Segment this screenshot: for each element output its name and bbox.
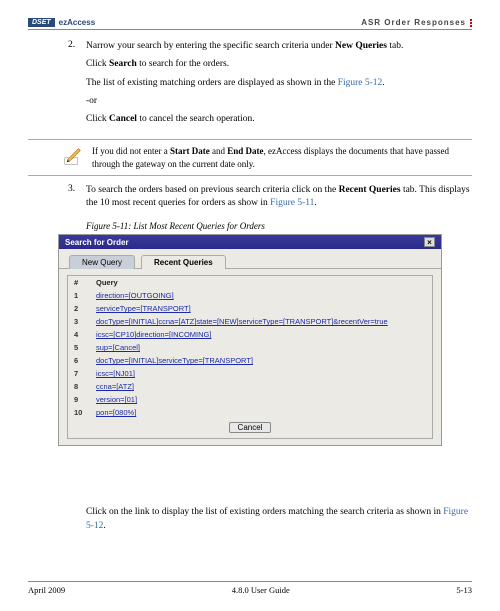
query-link[interactable]: serviceType=[TRANSPORT] [96, 304, 191, 313]
tab-new-query[interactable]: New Query [69, 255, 135, 269]
logo-text: ezAccess [59, 18, 95, 27]
footer-page: 5-13 [456, 585, 472, 595]
table-row: 4icsc=[CP10]direction=[INCOMING] [68, 328, 432, 341]
step-2-body: Narrow your search by entering the speci… [86, 40, 472, 131]
step-3-body: To search the orders based on previous s… [86, 184, 472, 216]
page-header: DSET ezAccess ASR Order Responses [28, 18, 472, 27]
query-link[interactable]: version=[01] [96, 395, 137, 404]
window-title-bar: Search for Order × [59, 235, 441, 249]
after-figure-text: Click on the link to display the list of… [86, 506, 472, 533]
step-number: 2. [68, 40, 86, 131]
col-query: Query [90, 276, 432, 289]
table-row: 2serviceType=[TRANSPORT] [68, 302, 432, 315]
table-row: 6docType=[INITIAL]serviceType=[TRANSPORT… [68, 354, 432, 367]
step-3: 3. To search the orders based on previou… [68, 184, 472, 216]
note-block: If you did not enter a Start Date and En… [28, 139, 472, 175]
note-pencil-icon [62, 145, 84, 167]
table-row: 8ccna=[ATZ] [68, 380, 432, 393]
col-number: # [68, 276, 90, 289]
note-text: If you did not enter a Start Date and En… [92, 145, 472, 169]
table-row: 1direction=[OUTGOING] [68, 289, 432, 302]
search-for-order-window: Search for Order × New Query Recent Quer… [58, 234, 442, 446]
figure-link-5-12[interactable]: Figure 5-12 [338, 78, 383, 88]
table-row: 9version=[01] [68, 393, 432, 406]
cancel-button[interactable]: Cancel [229, 422, 272, 433]
logo-badge: DSET [28, 18, 55, 27]
step-number: 3. [68, 184, 86, 216]
query-link[interactable]: icsc=[CP10]direction=[INCOMING] [96, 330, 211, 339]
close-icon[interactable]: × [424, 237, 435, 247]
tabs-row: New Query Recent Queries [59, 249, 441, 269]
step-2: 2. Narrow your search by entering the sp… [68, 40, 472, 131]
query-link[interactable]: sup=[Cancel] [96, 343, 140, 352]
table-row: 10pon=[080%] [68, 406, 432, 419]
recent-queries-panel: # Query 1direction=[OUTGOING] 2serviceTy… [67, 275, 433, 439]
figure-caption: Figure 5-11: List Most Recent Queries fo… [86, 221, 472, 231]
header-rule [28, 29, 472, 30]
window-title: Search for Order [65, 238, 129, 247]
decorative-dots [470, 19, 472, 27]
footer-title: 4.8.0 User Guide [232, 585, 290, 595]
footer-date: April 2009 [28, 585, 65, 595]
query-link[interactable]: docType=[INITIAL]serviceType=[TRANSPORT] [96, 356, 253, 365]
query-link[interactable]: docType=[INITIAL]ccna=[ATZ]state=[NEW]se… [96, 317, 388, 326]
figure-link-5-11[interactable]: Figure 5-11 [270, 198, 314, 208]
recent-queries-table: # Query 1direction=[OUTGOING] 2serviceTy… [68, 276, 432, 419]
header-right-text: ASR Order Responses [361, 18, 466, 27]
table-row: 7icsc=[NJ01] [68, 367, 432, 380]
query-link[interactable]: ccna=[ATZ] [96, 382, 134, 391]
query-link[interactable]: icsc=[NJ01] [96, 369, 135, 378]
query-link[interactable]: pon=[080%] [96, 408, 136, 417]
tab-recent-queries[interactable]: Recent Queries [141, 255, 226, 269]
page-footer: April 2009 4.8.0 User Guide 5-13 [28, 581, 472, 595]
cancel-row: Cancel [68, 419, 432, 438]
table-row: 5sup=[Cancel] [68, 341, 432, 354]
logo-group: DSET ezAccess [28, 18, 95, 27]
table-row: 3docType=[INITIAL]ccna=[ATZ]state=[NEW]s… [68, 315, 432, 328]
header-section-title: ASR Order Responses [361, 18, 472, 27]
query-link[interactable]: direction=[OUTGOING] [96, 291, 174, 300]
